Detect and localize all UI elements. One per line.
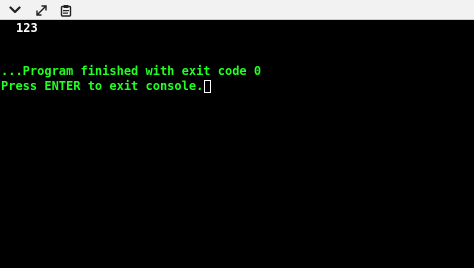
prompt-row: Press ENTER to exit console. xyxy=(1,78,212,94)
exit-prompt: Press ENTER to exit console. xyxy=(1,79,204,93)
chevron-down-icon xyxy=(9,5,21,15)
exit-message: ...Program finished with exit code 0 xyxy=(1,64,262,78)
collapse-button[interactable] xyxy=(7,2,23,18)
text-cursor xyxy=(204,79,212,93)
console-output-area[interactable]: 123 ...Program finished with exit code 0… xyxy=(0,20,474,268)
copy-button[interactable] xyxy=(58,2,74,18)
console-window: 123 ...Program finished with exit code 0… xyxy=(0,0,474,268)
console-toolbar xyxy=(0,0,474,20)
expand-button[interactable] xyxy=(33,2,49,18)
program-output: 123 xyxy=(16,21,38,35)
expand-icon xyxy=(35,4,48,17)
copy-to-clipboard-icon xyxy=(60,4,72,17)
